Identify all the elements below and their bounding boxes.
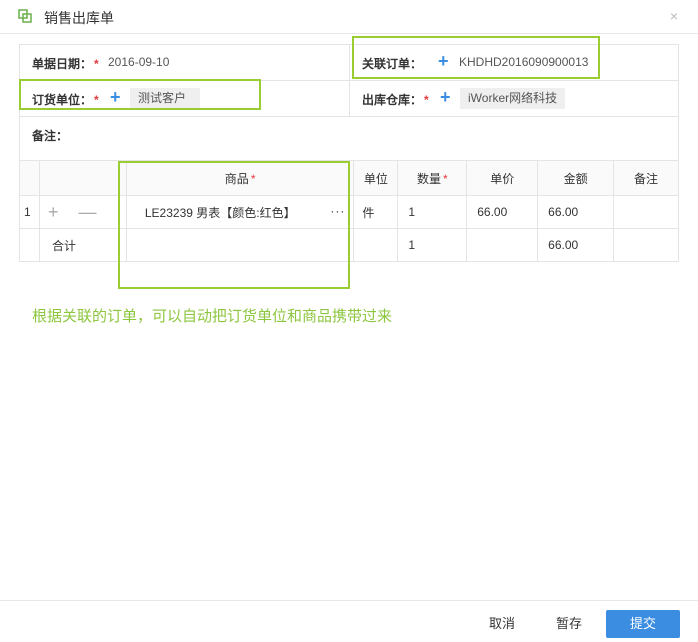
col-qty: 数量 * xyxy=(397,160,468,196)
save-draft-button[interactable]: 暂存 xyxy=(543,610,595,638)
annotation-caption: 根据关联的订单，可以自动把订货单位和商品携带过来 xyxy=(32,308,393,325)
warehouse-cell: 出库仓库： * + iWorker网络科技 xyxy=(350,81,680,116)
col-amount: 金额 xyxy=(537,160,615,196)
col-price: 单价 xyxy=(466,160,539,196)
close-icon[interactable]: × xyxy=(670,8,678,24)
remove-row-minus-icon[interactable]: — xyxy=(79,202,97,222)
price-input[interactable]: 66.00 xyxy=(466,195,539,229)
cancel-button[interactable]: 取消 xyxy=(476,610,528,638)
date-input[interactable]: 2016-09-10 xyxy=(108,55,169,69)
dialog-footer: 取消 暂存 提交 xyxy=(0,600,698,642)
add-warehouse-plus-icon[interactable]: + xyxy=(440,86,451,108)
required-mark: * xyxy=(424,93,429,107)
note-label: 备注： xyxy=(32,129,69,143)
total-amount: 66.00 xyxy=(537,228,615,262)
warehouse-label: 出库仓库： * xyxy=(362,93,429,107)
col-actions xyxy=(38,160,127,196)
col-unit: 单位 xyxy=(353,160,399,196)
total-label: 合计 xyxy=(38,228,127,262)
submit-button[interactable]: 提交 xyxy=(606,610,680,638)
dialog-title: 销售出库单 xyxy=(44,10,114,26)
unit-value: 件 xyxy=(353,195,399,229)
highlight-product-box xyxy=(118,161,350,289)
col-note: 备注 xyxy=(613,160,679,196)
add-row-plus-icon[interactable]: + xyxy=(48,202,59,222)
highlight-order-box xyxy=(352,36,600,79)
highlight-unit-box xyxy=(19,79,261,110)
date-label: 单据日期： * xyxy=(32,57,99,71)
total-qty: 1 xyxy=(397,228,468,262)
col-index xyxy=(19,160,40,196)
note-input[interactable] xyxy=(613,195,679,229)
document-copy-icon xyxy=(18,9,32,23)
amount-value[interactable]: 66.00 xyxy=(537,195,615,229)
required-mark: * xyxy=(94,57,99,71)
dialog-header: 销售出库单 × xyxy=(0,0,698,34)
warehouse-chip[interactable]: iWorker网络科技 xyxy=(460,88,566,109)
row-index: 1 xyxy=(19,195,40,229)
date-cell: 单据日期： * 2016-09-10 xyxy=(20,45,350,80)
row-actions: + — xyxy=(38,195,127,229)
qty-input[interactable]: 1 xyxy=(397,195,468,229)
